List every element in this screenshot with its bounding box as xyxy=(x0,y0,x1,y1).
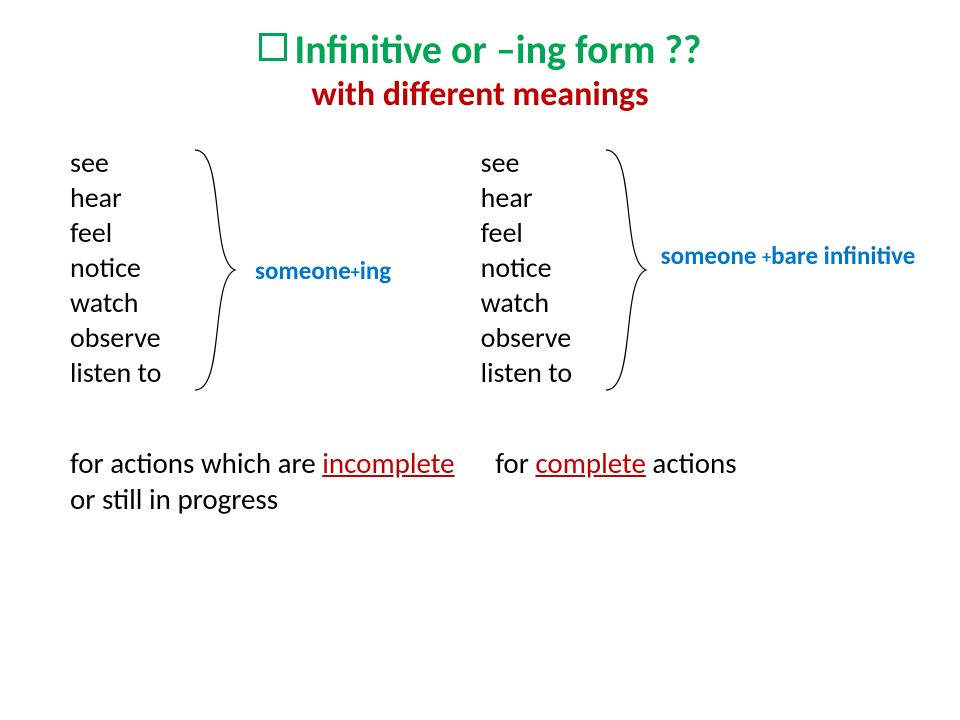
desc-infinitive: for complete actions xyxy=(495,445,920,517)
verb: watch xyxy=(481,285,920,320)
verb: see xyxy=(70,145,481,180)
verb: observe xyxy=(481,320,920,355)
brace-icon xyxy=(601,145,661,395)
col-infinitive: see hear feel notice watch observe liste… xyxy=(481,145,920,390)
descriptions: for actions which are incomplete or stil… xyxy=(0,390,960,517)
plus-icon: + xyxy=(351,261,360,283)
title-block: Infinitive or –ing form ?? with differen… xyxy=(0,0,960,115)
plus-icon: + xyxy=(762,246,771,268)
desc-text: for xyxy=(495,445,535,481)
desc-text: actions xyxy=(646,445,737,481)
bullet-square-icon xyxy=(259,33,287,61)
columns: see hear feel notice watch observe liste… xyxy=(0,115,960,390)
title-text: Infinitive or –ing form ?? xyxy=(295,25,702,74)
verb: see xyxy=(481,145,920,180)
label-ing: someone+ing xyxy=(255,255,391,286)
label-infinitive: someone +bare infinitive xyxy=(661,240,916,271)
verb: observe xyxy=(70,320,481,355)
label-part: someone xyxy=(255,255,351,286)
desc-key: incomplete xyxy=(322,445,454,481)
verb: listen to xyxy=(70,355,481,390)
verb: listen to xyxy=(481,355,920,390)
desc-text: for actions which are xyxy=(70,445,322,481)
verb: hear xyxy=(481,180,920,215)
brace-icon xyxy=(190,145,250,395)
verb: feel xyxy=(70,215,481,250)
title-sub: with different meanings xyxy=(0,74,960,115)
title-main: Infinitive or –ing form ?? xyxy=(0,25,960,74)
col-ing: see hear feel notice watch observe liste… xyxy=(70,145,481,390)
verb: hear xyxy=(70,180,481,215)
desc-key: complete xyxy=(535,445,645,481)
label-part: ing xyxy=(360,255,391,286)
desc-text: or still in progress xyxy=(70,481,278,517)
verb: watch xyxy=(70,285,481,320)
label-part: someone xyxy=(661,240,762,271)
desc-ing: for actions which are incomplete or stil… xyxy=(70,445,495,517)
label-part: bare infinitive xyxy=(771,240,915,271)
